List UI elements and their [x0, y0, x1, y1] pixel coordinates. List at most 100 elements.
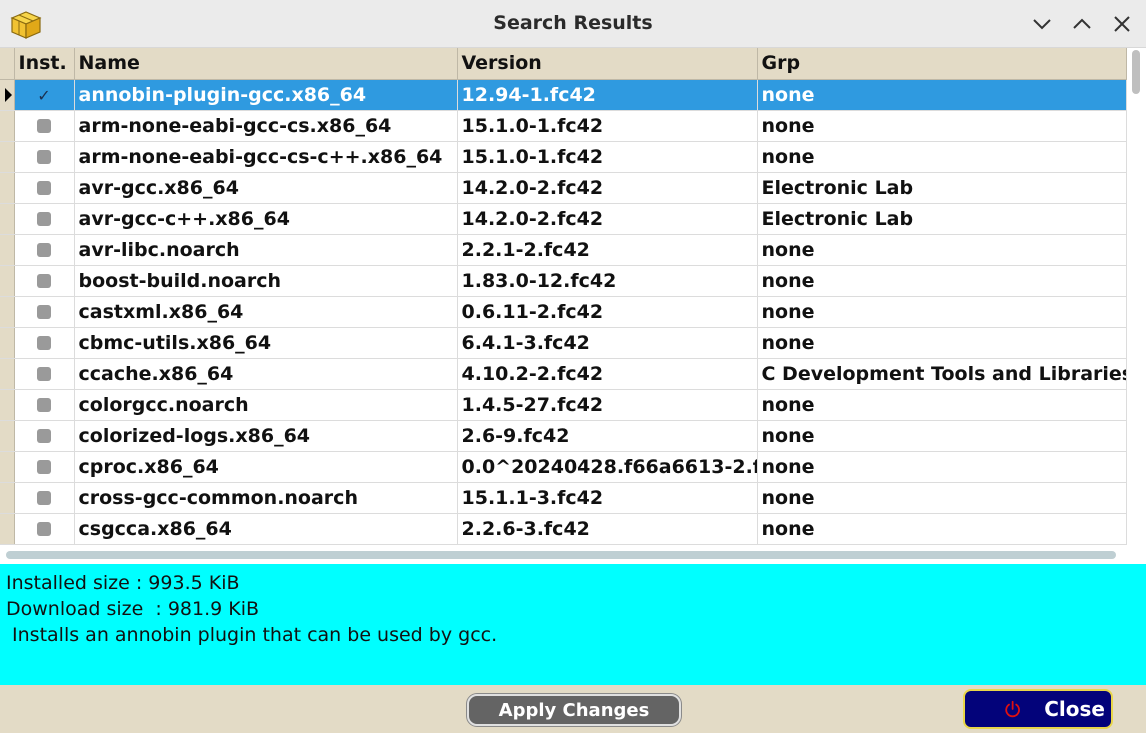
package-version-cell: 2.2.6-3.fc42: [457, 513, 758, 545]
package-group-cell: none: [757, 389, 1127, 421]
package-name-cell: cproc.x86_64: [74, 451, 458, 483]
table-row[interactable]: ccache.x86_64 4.10.2-2.fc42 C Development …: [0, 358, 1127, 390]
installed-checkbox-cell[interactable]: [14, 482, 75, 514]
vertical-scrollbar[interactable]: [1132, 50, 1140, 94]
table-row[interactable]: colorgcc.noarch 1.4.5-27.fc42 none: [0, 389, 1127, 421]
package-version-cell: 2.2.1-2.fc42: [457, 234, 758, 266]
unchecked-box-icon[interactable]: [37, 491, 51, 505]
installed-checkbox-cell[interactable]: [14, 451, 75, 483]
package-group-cell: none: [757, 482, 1127, 514]
table-row[interactable]: avr-libc.noarch 2.2.1-2.fc42 none: [0, 234, 1127, 266]
package-name-cell: arm-none-eabi-gcc-cs.x86_64: [74, 110, 458, 142]
installed-checkbox-cell[interactable]: [14, 296, 75, 328]
unchecked-box-icon[interactable]: [37, 398, 51, 412]
unchecked-box-icon[interactable]: [37, 212, 51, 226]
table-row[interactable]: arm-none-eabi-gcc-cs.x86_64 15.1.0-1.fc42…: [0, 110, 1127, 142]
table-row[interactable]: arm-none-eabi-gcc-cs-c++.x86_64 15.1.0-1.…: [0, 141, 1127, 173]
row-header[interactable]: [0, 79, 15, 111]
window-close-button[interactable]: [1110, 12, 1134, 36]
table-row[interactable]: csgcca.x86_64 2.2.6-3.fc42 none: [0, 513, 1127, 545]
chevron-up-icon: [1073, 18, 1091, 29]
package-group-cell: none: [757, 420, 1127, 452]
unchecked-box-icon[interactable]: [37, 274, 51, 288]
installed-checkbox-cell[interactable]: [14, 203, 75, 235]
column-header-name[interactable]: Name: [74, 48, 458, 80]
unchecked-box-icon[interactable]: [37, 181, 51, 195]
unchecked-box-icon[interactable]: [37, 119, 51, 133]
unchecked-box-icon[interactable]: [37, 243, 51, 257]
package-name-cell: arm-none-eabi-gcc-cs-c++.x86_64: [74, 141, 458, 173]
row-header[interactable]: [0, 327, 15, 359]
close-button-label: Close: [1044, 697, 1105, 721]
package-description: Installs an annobin plugin that can be u…: [6, 624, 498, 646]
package-version-cell: 15.1.0-1.fc42: [457, 141, 758, 173]
package-group-cell: none: [757, 265, 1127, 297]
package-name-cell: csgcca.x86_64: [74, 513, 458, 545]
installed-checkbox-cell[interactable]: [14, 389, 75, 421]
row-header[interactable]: [0, 296, 15, 328]
column-header-inst[interactable]: Inst.: [14, 48, 75, 80]
unchecked-box-icon[interactable]: [37, 150, 51, 164]
checkmark-icon[interactable]: ✓: [37, 86, 50, 105]
installed-checkbox-cell[interactable]: [14, 141, 75, 173]
column-header-version[interactable]: Version: [457, 48, 758, 80]
package-name-cell: cross-gcc-common.noarch: [74, 482, 458, 514]
row-header[interactable]: [0, 172, 15, 204]
table-row[interactable]: avr-gcc-c++.x86_64 14.2.0-2.fc42 Electroni…: [0, 203, 1127, 235]
installed-checkbox-cell[interactable]: [14, 420, 75, 452]
row-header[interactable]: [0, 451, 15, 483]
table-row[interactable]: cross-gcc-common.noarch 15.1.1-3.fc42 none: [0, 482, 1127, 514]
package-group-cell: Electronic Lab: [757, 172, 1127, 204]
footer-bar: Apply Changes Close: [0, 685, 1146, 733]
row-header[interactable]: [0, 265, 15, 297]
package-info-panel: Installed size : 993.5 KiB Download size…: [0, 564, 1146, 685]
row-header[interactable]: [0, 389, 15, 421]
row-header[interactable]: [0, 358, 15, 390]
package-version-cell: 12.94-1.fc42: [457, 79, 758, 111]
minimize-button[interactable]: [1030, 12, 1054, 36]
package-group-cell: none: [757, 296, 1127, 328]
row-header[interactable]: [0, 513, 15, 545]
table-row[interactable]: cbmc-utils.x86_64 6.4.1-3.fc42 none: [0, 327, 1127, 359]
maximize-button[interactable]: [1070, 12, 1094, 36]
row-header[interactable]: [0, 141, 15, 173]
row-header[interactable]: [0, 110, 15, 142]
title-bar: Search Results: [0, 0, 1146, 48]
package-version-cell: 1.4.5-27.fc42: [457, 389, 758, 421]
unchecked-box-icon[interactable]: [37, 367, 51, 381]
unchecked-box-icon[interactable]: [37, 460, 51, 474]
package-version-cell: 0.6.11-2.fc42: [457, 296, 758, 328]
installed-size-text: Installed size : 993.5 KiB: [6, 572, 240, 594]
row-header[interactable]: [0, 203, 15, 235]
installed-checkbox-cell[interactable]: [14, 110, 75, 142]
installed-checkbox-cell[interactable]: [14, 358, 75, 390]
apply-changes-button[interactable]: Apply Changes: [467, 694, 681, 726]
row-header[interactable]: [0, 482, 15, 514]
chevron-down-icon: [1033, 19, 1051, 30]
close-button[interactable]: Close: [963, 689, 1113, 729]
installed-checkbox-cell[interactable]: [14, 265, 75, 297]
installed-checkbox-cell[interactable]: [14, 327, 75, 359]
column-header-grp[interactable]: Grp: [757, 48, 1127, 80]
package-name-cell: avr-gcc.x86_64: [74, 172, 458, 204]
row-header[interactable]: [0, 234, 15, 266]
table-row[interactable]: castxml.x86_64 0.6.11-2.fc42 none: [0, 296, 1127, 328]
package-name-cell: ccache.x86_64: [74, 358, 458, 390]
package-name-cell: boost-build.noarch: [74, 265, 458, 297]
row-header[interactable]: [0, 420, 15, 452]
unchecked-box-icon[interactable]: [37, 522, 51, 536]
table-row[interactable]: colorized-logs.x86_64 2.6-9.fc42 none: [0, 420, 1127, 452]
unchecked-box-icon[interactable]: [37, 336, 51, 350]
installed-checkbox-cell[interactable]: ✓: [14, 79, 75, 111]
table-row[interactable]: cproc.x86_640.0^20240428.f66a6613-2.fc42…: [0, 451, 1127, 483]
table-row[interactable]: boost-build.noarch 1.83.0-12.fc42 none: [0, 265, 1127, 297]
installed-checkbox-cell[interactable]: [14, 513, 75, 545]
unchecked-box-icon[interactable]: [37, 305, 51, 319]
installed-checkbox-cell[interactable]: [14, 172, 75, 204]
installed-checkbox-cell[interactable]: [14, 234, 75, 266]
horizontal-scrollbar[interactable]: [6, 551, 1116, 559]
unchecked-box-icon[interactable]: [37, 429, 51, 443]
table-row[interactable]: ✓ annobin-plugin-gcc.x86_64 12.94-1.fc42 no…: [0, 79, 1127, 111]
table-row[interactable]: avr-gcc.x86_64 14.2.0-2.fc42 Electronic La…: [0, 172, 1127, 204]
results-table-area: Inst. Name Version Grp ✓ annobin-plugin-g…: [0, 48, 1146, 564]
